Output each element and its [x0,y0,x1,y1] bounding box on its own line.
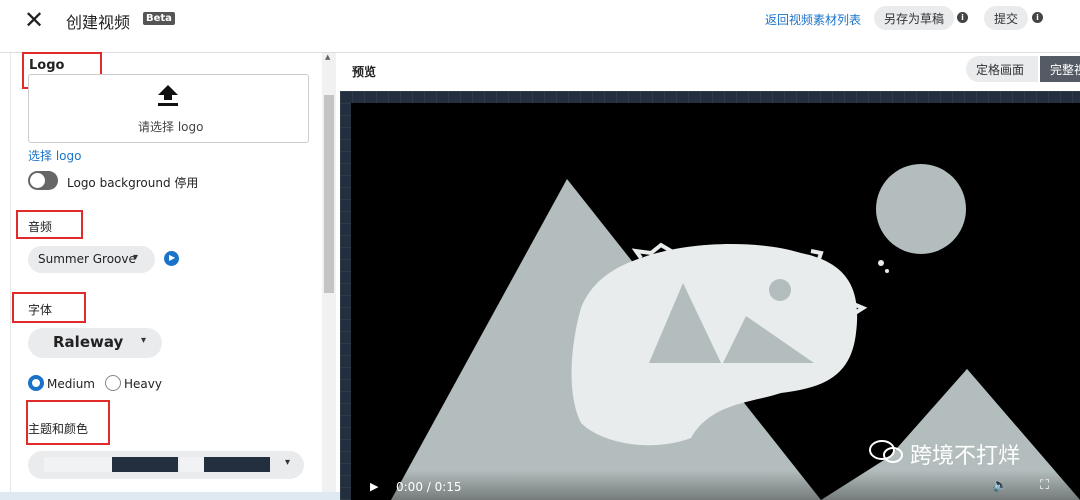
preview-label: 预览 [352,65,377,79]
bottom-scroll-strip [0,492,340,500]
mode-still-frame[interactable]: 定格画面 [966,56,1038,82]
save-draft-info-icon[interactable]: i [957,12,968,23]
theme-swatch [112,457,178,472]
submit-label: 提交 [994,12,1019,26]
select-logo-link[interactable]: 选择 logo [28,147,81,164]
upload-logo-text: 请选择 logo [138,120,204,134]
weight-medium-radio[interactable] [28,375,44,391]
wechat-icon [868,440,904,464]
submit-info-icon[interactable]: i [1032,12,1043,23]
back-to-list-link[interactable]: 返回视频素材列表 [765,11,861,28]
mode-full-label: 完整视 [1050,63,1080,77]
volume-icon[interactable]: 🔈 [992,478,1008,493]
font-chevron-down-icon: ▾ [141,335,147,346]
theme-swatch [44,457,112,472]
theme-swatch [204,457,270,472]
audio-track-value: Summer Groove [38,252,136,266]
font-value: Raleway [53,333,124,351]
theme-section-label: 主题和颜色 [28,422,89,436]
theme-chevron-down-icon: ▾ [285,457,291,468]
page-title: 创建视频 [66,13,131,32]
play-icon[interactable]: ▶ [370,480,378,493]
save-draft-label: 另存为草稿 [884,12,945,26]
theme-swatch [180,457,204,472]
logo-section-label: Logo [29,58,65,73]
logo-background-label: Logo background 停用 [67,176,199,190]
save-draft-button[interactable]: 另存为草稿 [874,6,955,30]
audio-section-label: 音频 [28,220,53,234]
scroll-up-arrow-icon[interactable]: ▲ [325,53,330,61]
submit-button[interactable]: 提交 [984,6,1029,30]
weight-medium-label: Medium [47,377,95,391]
mode-full-video[interactable]: 完整视 [1040,56,1080,82]
weight-heavy-label: Heavy [124,377,162,391]
weight-heavy-radio[interactable] [105,375,121,391]
fullscreen-icon[interactable]: ⛶ [1040,478,1049,493]
beta-badge: Beta [143,12,175,25]
watermark-text: 跨境不打烊 [910,444,1021,469]
font-section-label: 字体 [28,303,53,317]
play-triangle-icon: ▶ [169,253,176,262]
video-time: 0:00 / 0:15 [396,480,462,494]
chevron-down-icon: ▾ [133,252,139,263]
close-icon[interactable]: ✕ [24,6,44,34]
mode-still-label: 定格画面 [976,63,1025,77]
upload-icon [158,85,178,106]
logo-background-toggle-knob [30,173,45,188]
settings-scroll-thumb[interactable] [324,95,334,293]
